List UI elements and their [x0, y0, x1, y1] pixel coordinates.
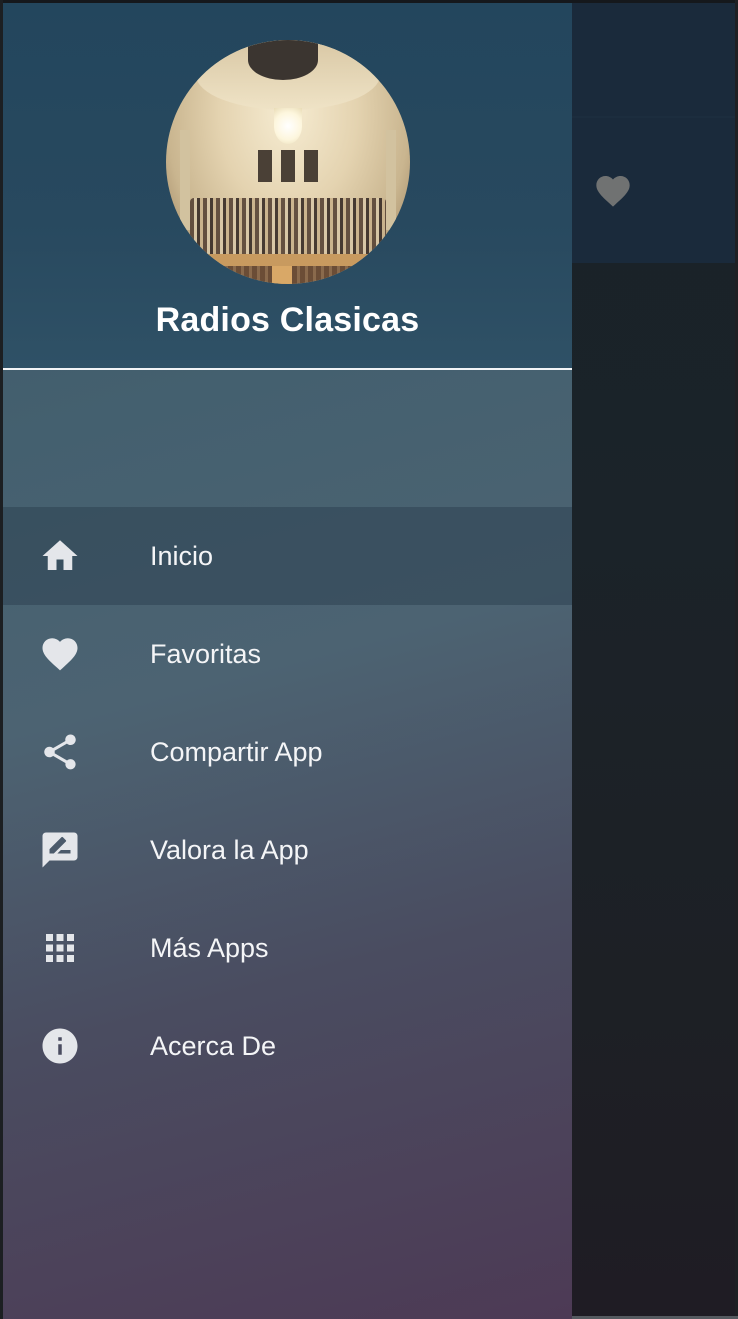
- info-icon: [39, 1025, 81, 1067]
- hall-chandelier: [274, 108, 302, 144]
- hall-orchestra: [190, 198, 386, 254]
- menu-item-acerca-de[interactable]: Acerca De: [3, 997, 572, 1095]
- menu-item-label: Más Apps: [150, 932, 269, 963]
- hall-window: [258, 150, 272, 182]
- background-app-scrim[interactable]: [572, 3, 735, 1316]
- background-app-toolbar: [572, 3, 735, 263]
- menu-item-label: Compartir App: [150, 736, 323, 767]
- menu-item-mas-apps[interactable]: Más Apps: [3, 899, 572, 997]
- menu-item-label: Favoritas: [150, 638, 262, 669]
- rate-review-icon: [39, 829, 81, 871]
- favorite-heart-icon[interactable]: [592, 171, 634, 211]
- header-divider: [3, 368, 572, 370]
- menu-item-label: Acerca De: [150, 1030, 277, 1061]
- toolbar-divider: [572, 116, 735, 118]
- navigation-drawer: Radios Clasicas Inicio Favoritas Compart…: [3, 3, 572, 1319]
- hall-pillar: [386, 130, 396, 230]
- hall-window: [304, 150, 318, 182]
- menu-item-favoritas[interactable]: Favoritas: [3, 605, 572, 703]
- home-icon: [39, 535, 81, 577]
- menu-item-label: Inicio: [150, 540, 214, 571]
- drawer-header: Radios Clasicas: [3, 3, 572, 369]
- share-icon: [39, 731, 81, 773]
- hall-chandelier-top: [248, 40, 318, 80]
- hall-pillar: [180, 130, 190, 230]
- drawer-menu: Inicio Favoritas Compartir App Valora la…: [3, 507, 572, 1095]
- hall-window: [281, 150, 295, 182]
- frame-left-edge: [0, 0, 3, 1319]
- menu-item-compartir-app[interactable]: Compartir App: [3, 703, 572, 801]
- menu-item-inicio[interactable]: Inicio: [3, 507, 572, 605]
- menu-item-valora-la-app[interactable]: Valora la App: [3, 801, 572, 899]
- apps-grid-icon: [39, 927, 81, 969]
- hall-aisle: [272, 266, 292, 284]
- concert-hall-image[interactable]: [166, 40, 410, 284]
- app-title: Radios Clasicas: [155, 301, 420, 339]
- hall-stage: [206, 254, 370, 266]
- menu-item-label: Valora la App: [150, 834, 309, 865]
- heart-icon: [39, 633, 81, 675]
